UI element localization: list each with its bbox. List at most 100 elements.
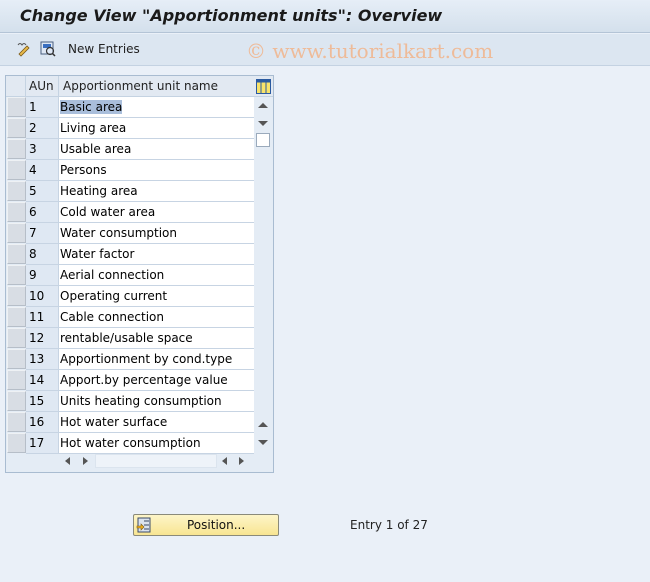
table-row[interactable]: 10 Operating current (6, 286, 254, 307)
row-selector[interactable] (7, 160, 26, 180)
name-cell[interactable]: Heating area (58, 181, 254, 202)
hscroll-track[interactable] (95, 454, 217, 468)
table-row[interactable]: 17 Hot water consumption (6, 433, 254, 454)
row-selector[interactable] (7, 244, 26, 264)
name-cell[interactable]: Units heating consumption (58, 391, 254, 412)
position-button[interactable]: Position... (133, 514, 279, 536)
name-text: Heating area (60, 184, 138, 198)
row-selector[interactable] (7, 328, 26, 348)
table-row[interactable]: 1 Basic area (6, 97, 254, 118)
name-cell[interactable]: Water consumption (58, 223, 254, 244)
row-selector[interactable] (7, 223, 26, 243)
aun-cell[interactable]: 8 (26, 244, 58, 265)
table-row[interactable]: 4 Persons (6, 160, 254, 181)
name-cell[interactable]: Water factor (58, 244, 254, 265)
scroll-up-icon[interactable] (258, 103, 268, 108)
scroll-left-icon[interactable] (222, 457, 227, 465)
column-header-name[interactable]: Apportionment unit name (58, 76, 254, 97)
aun-cell[interactable]: 13 (26, 349, 58, 370)
select-all-rows-button[interactable] (6, 76, 26, 97)
name-cell[interactable]: Basic area (58, 97, 254, 118)
aun-cell[interactable]: 14 (26, 370, 58, 391)
aun-cell[interactable]: 17 (26, 433, 58, 454)
select-all-icon[interactable] (40, 41, 56, 57)
column-header-aun[interactable]: AUn (26, 76, 58, 97)
name-cell[interactable]: Cold water area (58, 202, 254, 223)
aun-cell[interactable]: 15 (26, 391, 58, 412)
table-row[interactable]: 2 Living area (6, 118, 254, 139)
table-row[interactable]: 16 Hot water surface (6, 412, 254, 433)
display-change-icon[interactable] (16, 41, 32, 57)
entry-counter: Entry 1 of 27 (350, 518, 428, 532)
name-cell[interactable]: Hot water surface (58, 412, 254, 433)
row-selector[interactable] (7, 286, 26, 306)
row-selector[interactable] (7, 307, 26, 327)
table-row[interactable]: 3 Usable area (6, 139, 254, 160)
name-text: Apport.by percentage value (60, 373, 228, 387)
vertical-scrollbar[interactable] (254, 97, 273, 449)
table-row[interactable]: 6 Cold water area (6, 202, 254, 223)
toolbar: New Entries © www.tutorialkart.com (0, 34, 650, 66)
aun-cell[interactable]: 1 (26, 97, 58, 118)
table-row[interactable]: 13 Apportionment by cond.type (6, 349, 254, 370)
aun-cell[interactable]: 5 (26, 181, 58, 202)
table-row[interactable]: 11 Cable connection (6, 307, 254, 328)
name-cell[interactable]: Persons (58, 160, 254, 181)
scroll-thumb[interactable] (256, 133, 270, 147)
row-selector[interactable] (7, 202, 26, 222)
row-selector[interactable] (7, 181, 26, 201)
name-text: Water consumption (60, 226, 177, 240)
table-row[interactable]: 14 Apport.by percentage value (6, 370, 254, 391)
aun-cell[interactable]: 4 (26, 160, 58, 181)
aun-cell[interactable]: 12 (26, 328, 58, 349)
aun-cell[interactable]: 16 (26, 412, 58, 433)
table-row[interactable]: 12 rentable/usable space (6, 328, 254, 349)
row-selector[interactable] (7, 118, 26, 138)
name-cell[interactable]: Apport.by percentage value (58, 370, 254, 391)
name-column-hscroll[interactable] (61, 453, 93, 469)
row-selector[interactable] (7, 265, 26, 285)
row-selector[interactable] (7, 433, 26, 453)
name-cell[interactable]: rentable/usable space (58, 328, 254, 349)
aun-cell[interactable]: 9 (26, 265, 58, 286)
title-bar: Change View "Apportionment units": Overv… (0, 0, 650, 33)
name-cell[interactable]: Living area (58, 118, 254, 139)
scroll-page-up-icon[interactable] (258, 422, 268, 427)
name-cell[interactable]: Aerial connection (58, 265, 254, 286)
scroll-page-down-icon[interactable] (258, 440, 268, 445)
table-hscroll[interactable] (218, 453, 252, 469)
row-selector[interactable] (7, 97, 26, 117)
table-row[interactable]: 5 Heating area (6, 181, 254, 202)
name-text: Cold water area (60, 205, 156, 219)
name-cell[interactable]: Usable area (58, 139, 254, 160)
row-selector[interactable] (7, 391, 26, 411)
aun-cell[interactable]: 7 (26, 223, 58, 244)
name-text: Basic area (60, 100, 123, 114)
scroll-left-icon[interactable] (65, 457, 70, 465)
table-row[interactable]: 8 Water factor (6, 244, 254, 265)
page-title: Change View "Apportionment units": Overv… (20, 6, 443, 25)
row-selector[interactable] (7, 139, 26, 159)
table-settings-button[interactable] (254, 76, 273, 97)
aun-cell[interactable]: 3 (26, 139, 58, 160)
row-selector[interactable] (7, 412, 26, 432)
row-selector[interactable] (7, 370, 26, 390)
table-row[interactable]: 9 Aerial connection (6, 265, 254, 286)
name-cell[interactable]: Hot water consumption (58, 433, 254, 454)
aun-cell[interactable]: 6 (26, 202, 58, 223)
name-text: Apportionment by cond.type (60, 352, 233, 366)
scroll-down-icon[interactable] (258, 121, 268, 126)
aun-cell[interactable]: 11 (26, 307, 58, 328)
row-selector[interactable] (7, 349, 26, 369)
name-text: Hot water surface (60, 415, 168, 429)
scroll-right-icon[interactable] (83, 457, 88, 465)
table-row[interactable]: 7 Water consumption (6, 223, 254, 244)
aun-cell[interactable]: 10 (26, 286, 58, 307)
scroll-right-icon[interactable] (239, 457, 244, 465)
name-cell[interactable]: Operating current (58, 286, 254, 307)
name-cell[interactable]: Cable connection (58, 307, 254, 328)
aun-cell[interactable]: 2 (26, 118, 58, 139)
table-row[interactable]: 15 Units heating consumption (6, 391, 254, 412)
name-cell[interactable]: Apportionment by cond.type (58, 349, 254, 370)
new-entries-button[interactable]: New Entries (68, 42, 140, 56)
